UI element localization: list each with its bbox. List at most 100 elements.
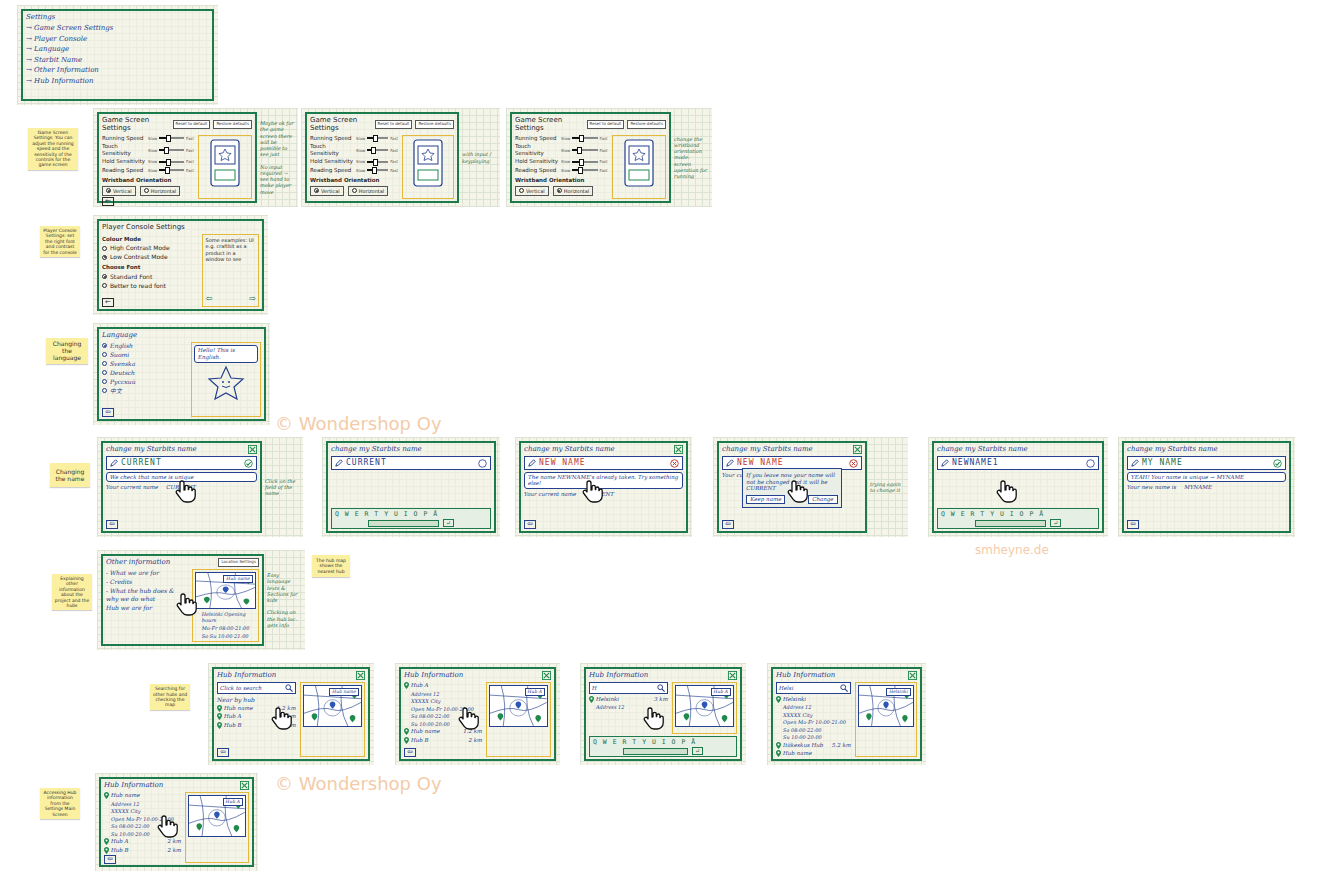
radio-button[interactable]: [314, 188, 319, 193]
radio-option[interactable]: Standard Font: [102, 273, 198, 281]
space-bar[interactable]: [368, 520, 438, 527]
map-hub-button[interactable]: Helsinki: [886, 688, 911, 696]
radio-button[interactable]: [106, 188, 111, 193]
radio-button[interactable]: [102, 361, 107, 366]
hub-row[interactable]: Hub B2 km: [404, 737, 482, 744]
radio-button[interactable]: [102, 379, 107, 384]
hub-row[interactable]: Hub B2 km: [104, 847, 181, 854]
back-button[interactable]: ←: [102, 197, 114, 206]
name-field[interactable]: MY NAME: [1127, 456, 1286, 470]
on-screen-keyboard[interactable]: Q W E R T Y U I O P Å↵: [331, 508, 491, 529]
slider-knob[interactable]: [578, 167, 583, 174]
slider-knob[interactable]: [164, 147, 169, 154]
slider-track[interactable]: [159, 161, 184, 163]
slider-knob[interactable]: [166, 159, 171, 166]
settings-link[interactable]: → Game Screen Settings: [26, 24, 209, 33]
map-hub-button[interactable]: Hub name: [223, 575, 253, 583]
back-button[interactable]: ←: [102, 298, 114, 307]
radio-button[interactable]: [102, 388, 107, 393]
hub-row[interactable]: Hub name: [776, 750, 851, 757]
prev-button[interactable]: ⇦: [205, 294, 212, 304]
slider-track[interactable]: [367, 149, 388, 151]
search-field[interactable]: H: [589, 682, 668, 694]
name-field[interactable]: NEW NAME: [524, 456, 683, 470]
close-icon[interactable]: [908, 671, 917, 680]
radio-button[interactable]: [102, 343, 107, 348]
hub-row[interactable]: Itäkeskus Hub5.2 km: [776, 742, 851, 749]
close-icon[interactable]: [542, 671, 551, 680]
hub-map[interactable]: Helsinki: [858, 685, 914, 727]
space-bar[interactable]: [623, 748, 688, 755]
close-icon[interactable]: [674, 445, 683, 454]
keyboard-letters[interactable]: Q W E R T Y U I O P Å: [593, 738, 733, 746]
radio-option[interactable]: English: [102, 342, 187, 350]
hub-row[interactable]: Hub name: [104, 792, 181, 799]
back-button[interactable]: ⇦: [106, 520, 118, 529]
title-button[interactable]: Reset to default: [375, 120, 413, 129]
radio-option[interactable]: Svenska: [102, 360, 187, 368]
title-button[interactable]: Restore defaults: [213, 120, 252, 129]
hub-map[interactable]: Hub name: [195, 572, 256, 609]
close-icon[interactable]: [248, 445, 257, 454]
hub-map[interactable]: Hub name: [303, 685, 362, 727]
map-hub-button[interactable]: Hub A: [711, 688, 731, 696]
title-button[interactable]: Location Settings: [218, 558, 259, 567]
title-button[interactable]: Reset to default: [173, 120, 211, 129]
radio-button[interactable]: [102, 274, 107, 279]
map-hub-button[interactable]: Hub name: [329, 688, 359, 696]
slider-track[interactable]: [159, 169, 184, 171]
slider-track[interactable]: [159, 149, 184, 151]
radio-option[interactable]: Low Contrast Mode: [102, 253, 198, 261]
hub-row[interactable]: Hub A2 km: [104, 838, 181, 845]
title-button[interactable]: Restore defaults: [415, 120, 454, 129]
radio-button[interactable]: [557, 188, 562, 193]
slider-knob[interactable]: [165, 167, 170, 174]
back-button[interactable]: ⇦: [524, 520, 536, 529]
space-bar[interactable]: [975, 520, 1046, 527]
back-button[interactable]: ⇦: [102, 408, 114, 417]
slider-track[interactable]: [367, 137, 388, 139]
on-screen-keyboard[interactable]: Q W E R T Y U I O P Å↵: [937, 508, 1099, 529]
slider-knob[interactable]: [579, 135, 584, 142]
slider-track[interactable]: [572, 169, 597, 171]
slider-knob[interactable]: [166, 135, 171, 142]
search-field[interactable]: Click to search: [217, 682, 296, 694]
back-button[interactable]: ⇦: [404, 748, 416, 757]
back-button[interactable]: ⇦: [104, 855, 116, 864]
radio-option[interactable]: Horizontal: [553, 186, 594, 196]
settings-link[interactable]: → Other Information: [26, 66, 209, 75]
hub-row[interactable]: Hub A: [404, 682, 482, 689]
back-button[interactable]: ⇦: [217, 748, 229, 757]
back-button[interactable]: ⇦: [722, 520, 734, 529]
radio-option[interactable]: Vertical: [515, 186, 549, 196]
hub-map[interactable]: Hub A: [188, 795, 246, 837]
slider-track[interactable]: [572, 137, 597, 139]
settings-link[interactable]: → Player Console: [26, 35, 209, 44]
slider-knob[interactable]: [579, 159, 584, 166]
settings-link[interactable]: → Starbit Name: [26, 56, 209, 65]
next-button[interactable]: ⇨: [249, 294, 256, 304]
dialog-button[interactable]: Change: [808, 495, 837, 504]
close-icon[interactable]: [728, 671, 737, 680]
settings-link[interactable]: → Hub Information: [26, 77, 209, 86]
slider-knob[interactable]: [577, 147, 582, 154]
slider-track[interactable]: [367, 169, 388, 171]
name-field[interactable]: CURRENT: [331, 456, 491, 470]
radio-button[interactable]: [102, 370, 107, 375]
radio-button[interactable]: [102, 352, 107, 357]
radio-option[interactable]: Deutsch: [102, 369, 187, 377]
slider-track[interactable]: [159, 137, 184, 139]
hub-map[interactable]: Hub A: [675, 685, 734, 727]
hub-map[interactable]: Hub A: [489, 685, 548, 727]
slider-track[interactable]: [367, 161, 388, 163]
radio-option[interactable]: Horizontal: [348, 186, 389, 196]
radio-button[interactable]: [144, 188, 149, 193]
title-button[interactable]: Restore defaults: [627, 120, 666, 129]
radio-button[interactable]: [519, 188, 524, 193]
radio-option[interactable]: Vertical: [102, 186, 136, 196]
slider-knob[interactable]: [372, 167, 377, 174]
radio-button[interactable]: [102, 255, 107, 260]
slider-knob[interactable]: [371, 147, 376, 154]
radio-button[interactable]: [102, 246, 107, 251]
radio-button[interactable]: [352, 188, 357, 193]
